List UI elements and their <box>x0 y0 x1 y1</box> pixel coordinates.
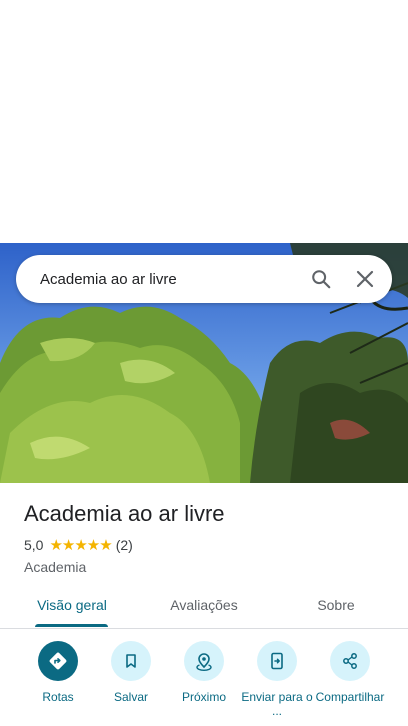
save-button[interactable]: Salvar <box>93 641 169 704</box>
send-to-phone-icon <box>257 641 297 681</box>
close-icon[interactable] <box>345 259 385 299</box>
rating-value: 5,0 <box>24 537 44 553</box>
place-info: Academia ao ar livre 5,0 ★★★★★ (2) Acade… <box>24 500 394 575</box>
search-icon[interactable] <box>301 259 341 299</box>
map-area-blank <box>0 0 408 243</box>
review-count[interactable]: (2) <box>116 537 133 553</box>
search-input[interactable]: Academia ao ar livre <box>40 271 301 288</box>
directions-icon <box>38 641 78 681</box>
action-buttons: Rotas Salvar Próximo Enviar para o ... C… <box>0 641 408 726</box>
search-bar[interactable]: Academia ao ar livre <box>16 255 392 303</box>
rating-row[interactable]: 5,0 ★★★★★ (2) <box>24 536 394 554</box>
tab-bar: Visão geral Avaliações Sobre <box>0 584 408 629</box>
tab-overview[interactable]: Visão geral <box>28 584 116 626</box>
directions-button[interactable]: Rotas <box>20 641 96 704</box>
directions-label: Rotas <box>42 690 74 704</box>
tab-reviews[interactable]: Avaliações <box>160 584 248 626</box>
send-to-phone-label: Enviar para o ... <box>241 690 313 718</box>
bookmark-icon <box>111 641 151 681</box>
share-button[interactable]: Compartilhar <box>312 641 388 704</box>
tab-about[interactable]: Sobre <box>300 584 372 626</box>
star-rating-icon: ★★★★★ <box>49 537 112 554</box>
share-label: Compartilhar <box>315 690 385 704</box>
tab-active-indicator <box>35 624 108 627</box>
save-label: Salvar <box>113 690 148 704</box>
share-icon <box>330 641 370 681</box>
nearby-button[interactable]: Próximo <box>166 641 242 704</box>
nearby-icon <box>184 641 224 681</box>
send-to-phone-button[interactable]: Enviar para o ... <box>239 641 315 718</box>
place-category[interactable]: Academia <box>24 559 394 575</box>
nearby-label: Próximo <box>181 690 226 704</box>
place-title: Academia ao ar livre <box>24 501 225 526</box>
